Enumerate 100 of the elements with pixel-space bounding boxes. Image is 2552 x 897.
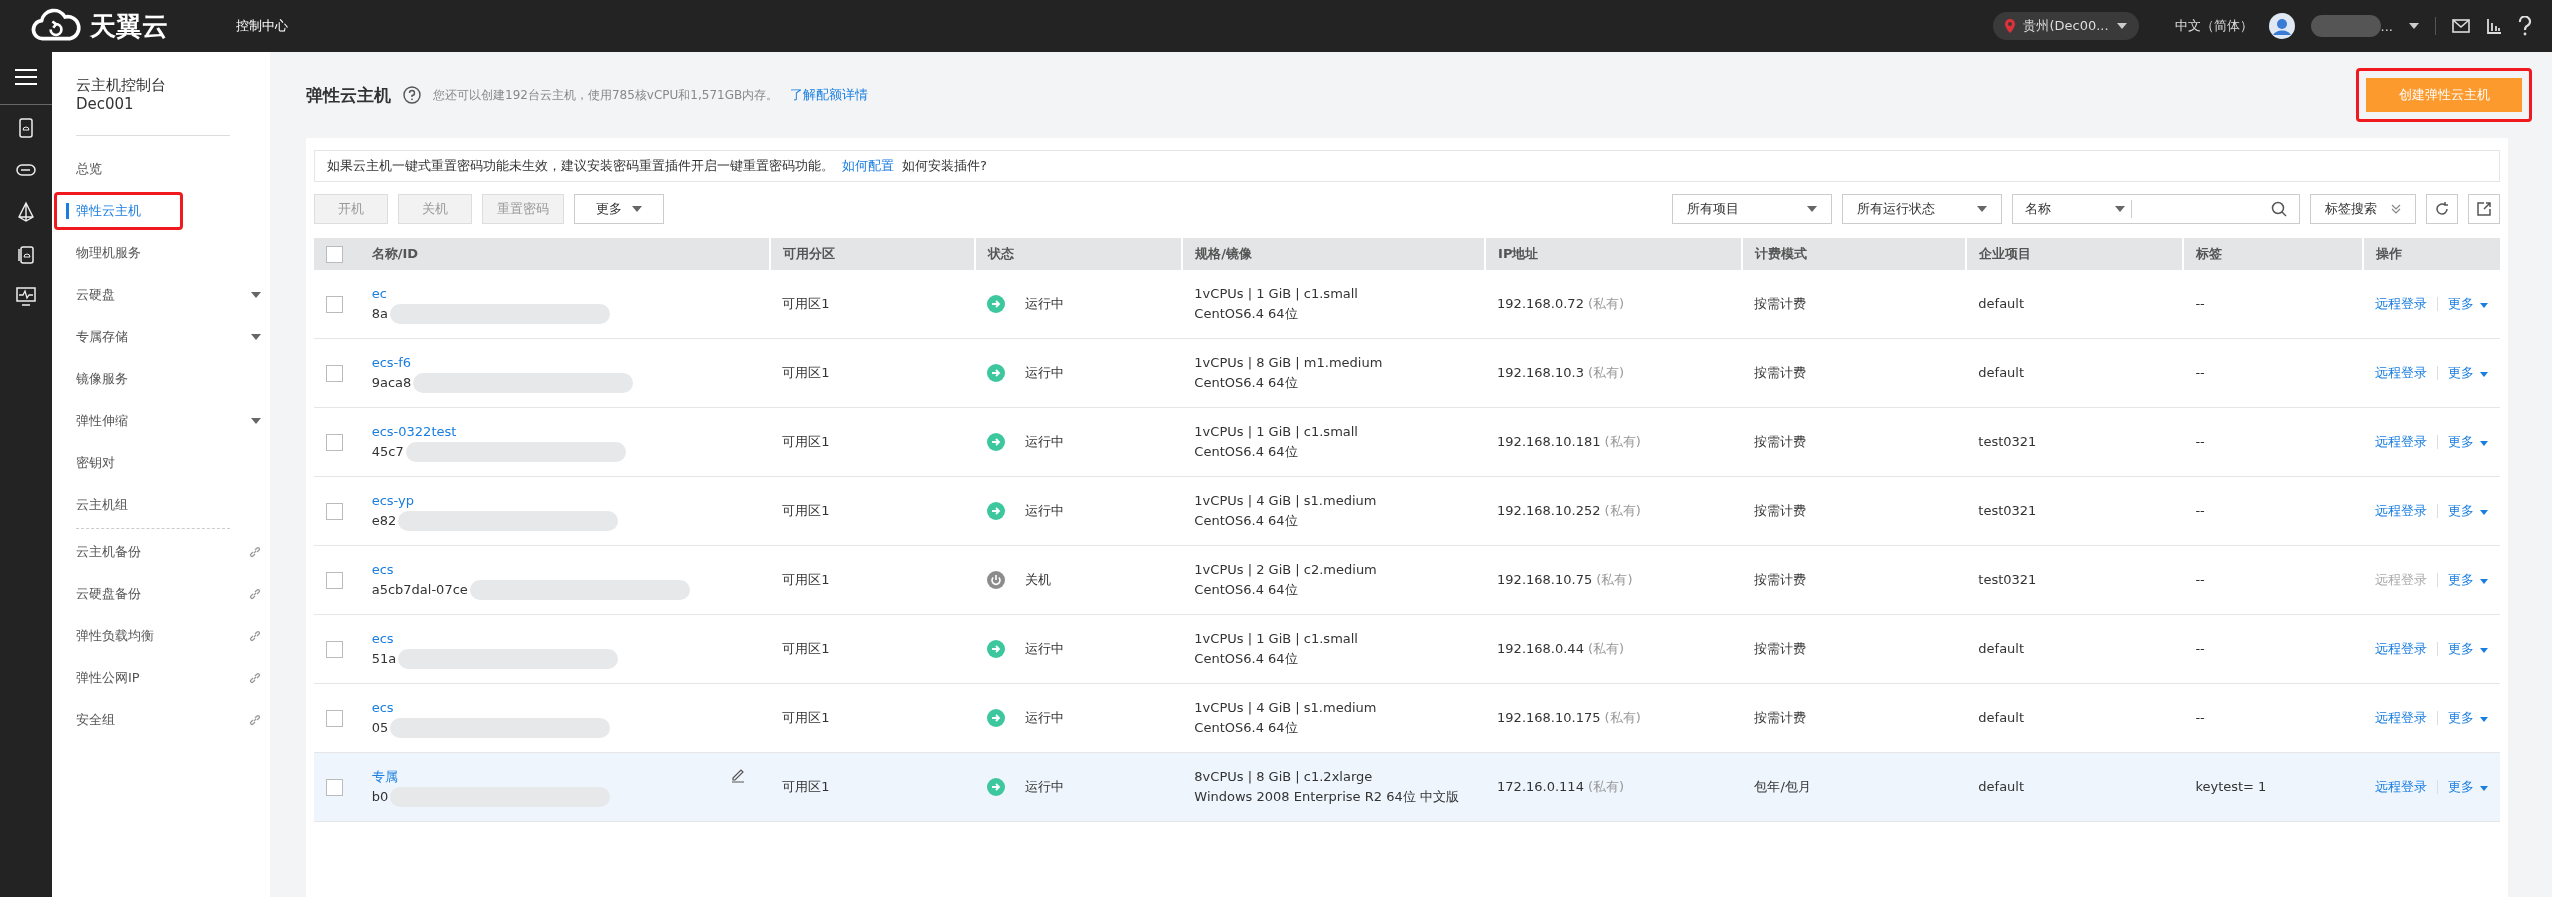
row-checkbox[interactable] bbox=[326, 641, 343, 658]
sidebar-title: 云主机控制台 bbox=[76, 76, 167, 95]
refresh-button[interactable] bbox=[2426, 194, 2458, 224]
quota-details-link[interactable]: 了解配额详情 bbox=[790, 86, 869, 104]
avatar-icon[interactable] bbox=[2268, 13, 2295, 39]
sidebar-item[interactable]: 物理机服务 bbox=[76, 232, 261, 274]
remote-login-link[interactable]: 远程登录 bbox=[2375, 777, 2427, 797]
row-checkbox[interactable] bbox=[326, 365, 343, 382]
instance-name-link[interactable]: ecs bbox=[371, 629, 619, 649]
double-chevron-icon bbox=[2391, 204, 2401, 214]
sidebar-item[interactable]: 弹性伸缩 bbox=[76, 400, 261, 442]
column-header: IP地址 bbox=[1498, 246, 1539, 261]
remote-login-link[interactable]: 远程登录 bbox=[2375, 501, 2427, 521]
more-dropdown[interactable]: 更多 bbox=[2448, 777, 2488, 797]
tag-search-button[interactable]: 标签搜索 bbox=[2310, 194, 2416, 224]
sidebar-item[interactable]: 弹性云主机 bbox=[52, 190, 185, 232]
pencil-icon[interactable] bbox=[730, 767, 747, 783]
instance-name-link[interactable]: ecs bbox=[371, 560, 690, 580]
spec-text: 1vCPUs | 1 GiB | c1.small bbox=[1194, 285, 1359, 303]
how-to-configure-link[interactable]: 如何配置 bbox=[842, 157, 894, 175]
more-dropdown[interactable]: 更多 bbox=[2448, 294, 2488, 314]
region-selector[interactable]: 贵州(Dec00... bbox=[1993, 12, 2139, 40]
link-icon bbox=[249, 546, 261, 558]
location-pin-icon bbox=[2005, 19, 2016, 33]
table-cell: 按需计费 bbox=[1754, 503, 1807, 518]
table-cell: 可用区1 bbox=[782, 710, 830, 725]
search-icon[interactable] bbox=[2271, 201, 2287, 217]
spec-text: 1vCPUs | 1 GiB | c1.small bbox=[1194, 630, 1359, 648]
sidebar-item[interactable]: 安全组 bbox=[76, 699, 261, 741]
status-text: 运行中 bbox=[1025, 778, 1065, 796]
row-checkbox[interactable] bbox=[326, 572, 343, 589]
user-menu[interactable]: ... bbox=[2310, 18, 2393, 34]
more-dropdown[interactable]: 更多 bbox=[2448, 570, 2488, 590]
instance-name-link[interactable]: ecs-yp bbox=[371, 491, 619, 511]
instance-id: a5cb7dal-07ce bbox=[371, 581, 468, 599]
ip-type: (私有) bbox=[1588, 641, 1625, 656]
menu-icon[interactable] bbox=[15, 68, 37, 86]
ip-address: 192.168.0.72 bbox=[1497, 296, 1584, 311]
table-cell: 按需计费 bbox=[1754, 365, 1807, 380]
instance-name-link[interactable]: ecs-0322test bbox=[371, 422, 626, 442]
export-icon bbox=[2476, 201, 2492, 217]
more-dropdown[interactable]: 更多 bbox=[574, 194, 664, 224]
column-header: 状态 bbox=[988, 246, 1015, 261]
sidebar-item[interactable]: 弹性负载均衡 bbox=[76, 615, 261, 657]
row-checkbox[interactable] bbox=[326, 434, 343, 451]
quota-text: 您还可以创建192台云主机，使用785核vCPU和1,571GB内存。 bbox=[433, 86, 779, 104]
monitor-icon[interactable] bbox=[15, 285, 37, 307]
help-icon[interactable] bbox=[403, 86, 421, 104]
row-checkbox[interactable] bbox=[326, 710, 343, 727]
instance-name-link[interactable]: ecs-f6 bbox=[371, 353, 634, 373]
search-field[interactable]: 名称 bbox=[2012, 194, 2300, 224]
image-text: CentOS6.4 64位 bbox=[1194, 443, 1299, 461]
table-cell: -- bbox=[2195, 572, 2205, 587]
sidebar-item[interactable]: 云主机组 bbox=[76, 484, 261, 526]
remote-login-link[interactable]: 远程登录 bbox=[2375, 708, 2427, 728]
sidebar-item[interactable]: 镜像服务 bbox=[76, 358, 261, 400]
table-cell: default bbox=[1978, 641, 2025, 656]
sidebar-item[interactable]: 云硬盘备份 bbox=[76, 573, 261, 615]
sidebar-item[interactable]: 云硬盘 bbox=[76, 274, 261, 316]
image-text: CentOS6.4 64位 bbox=[1194, 512, 1299, 530]
table-cell: -- bbox=[2195, 296, 2205, 311]
more-dropdown[interactable]: 更多 bbox=[2448, 501, 2488, 521]
help-icon[interactable] bbox=[2518, 16, 2532, 36]
status-text: 运行中 bbox=[1025, 709, 1065, 727]
more-dropdown[interactable]: 更多 bbox=[2448, 432, 2488, 452]
sidebar-item[interactable]: 弹性公网IP bbox=[76, 657, 261, 699]
filter-dropdown[interactable]: 所有运行状态 bbox=[1842, 194, 2002, 224]
column-header: 计费模式 bbox=[1755, 246, 1808, 261]
table-cell: test0321 bbox=[1978, 572, 2037, 587]
remote-login-link[interactable]: 远程登录 bbox=[2375, 294, 2427, 314]
export-button[interactable] bbox=[2468, 194, 2500, 224]
more-dropdown[interactable]: 更多 bbox=[2448, 363, 2488, 383]
sidebar-item[interactable]: 密钥对 bbox=[76, 442, 261, 484]
row-checkbox[interactable] bbox=[326, 296, 343, 313]
pyramid-icon[interactable] bbox=[15, 201, 37, 223]
mail-icon[interactable] bbox=[2452, 19, 2470, 33]
select-all-checkbox[interactable] bbox=[326, 245, 343, 263]
more-dropdown[interactable]: 更多 bbox=[2448, 708, 2488, 728]
stacked-cards-icon[interactable] bbox=[15, 243, 37, 265]
instance-name-link[interactable]: ec bbox=[371, 284, 610, 304]
more-dropdown[interactable]: 更多 bbox=[2448, 639, 2488, 659]
sidebar-item[interactable]: 专属存储 bbox=[76, 316, 261, 358]
ip-address: 192.168.0.44 bbox=[1497, 641, 1584, 656]
bar-chart-icon[interactable] bbox=[2486, 18, 2502, 34]
row-checkbox[interactable] bbox=[326, 503, 343, 520]
table-cell: test0321 bbox=[1978, 503, 2037, 518]
remote-login-link[interactable]: 远程登录 bbox=[2375, 639, 2427, 659]
image-text: CentOS6.4 64位 bbox=[1194, 305, 1299, 323]
row-checkbox[interactable] bbox=[326, 779, 343, 796]
remote-login-link[interactable]: 远程登录 bbox=[2375, 432, 2427, 452]
spec-text: 1vCPUs | 8 GiB | m1.medium bbox=[1194, 354, 1384, 372]
sidebar-item[interactable]: 总览 bbox=[76, 148, 261, 190]
console-link[interactable]: 控制中心 bbox=[236, 17, 288, 35]
instance-name-link[interactable]: ecs bbox=[371, 698, 611, 718]
instance-name-link[interactable]: 专属 bbox=[371, 767, 611, 787]
language-selector[interactable]: 中文（简体） bbox=[2174, 17, 2253, 35]
filter-dropdown[interactable]: 所有项目 bbox=[1672, 194, 1832, 224]
remote-login-link[interactable]: 远程登录 bbox=[2375, 363, 2427, 383]
sidebar-item[interactable]: 云主机备份 bbox=[76, 531, 261, 573]
install-plugin-link[interactable]: 如何安装插件? bbox=[902, 157, 987, 175]
